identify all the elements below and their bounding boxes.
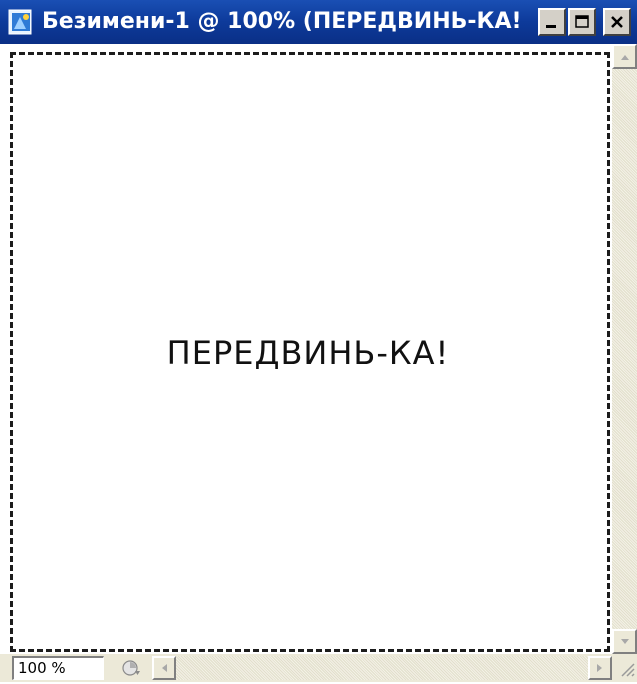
arrow-up-icon (620, 54, 629, 60)
minimize-button[interactable] (538, 8, 566, 36)
scroll-right-button[interactable] (588, 656, 612, 680)
window-title: Безимени-1 @ 100% (ПЕРЕДВИНЬ-КА!, R... (42, 9, 522, 34)
arrow-down-icon (620, 638, 629, 644)
close-button[interactable] (603, 8, 631, 36)
arrow-right-icon (597, 664, 602, 672)
scroll-left-button[interactable] (152, 656, 176, 680)
photoshop-document-icon[interactable] (6, 7, 36, 37)
arrow-left-icon (162, 664, 167, 672)
scroll-up-button[interactable] (612, 44, 637, 69)
document-window: Безимени-1 @ 100% (ПЕРЕДВИНЬ-КА!, R... П… (0, 0, 637, 682)
close-icon (611, 16, 623, 28)
scroll-down-button[interactable] (612, 629, 637, 654)
status-menu-icon (122, 660, 140, 676)
minimize-icon (546, 25, 556, 28)
status-menu-button[interactable] (118, 657, 144, 679)
vertical-scrollbar[interactable] (612, 44, 637, 654)
maximize-icon (575, 15, 589, 28)
resize-grip-icon[interactable] (614, 656, 636, 680)
title-bar[interactable]: Безимени-1 @ 100% (ПЕРЕДВИНЬ-КА!, R... (0, 0, 637, 44)
status-bar: 100 % (0, 654, 637, 682)
maximize-button[interactable] (568, 8, 596, 36)
zoom-input[interactable]: 100 % (12, 656, 104, 680)
document-canvas[interactable]: ПЕРЕДВИНЬ-КА! (0, 44, 612, 654)
horizontal-scrollbar[interactable] (152, 656, 612, 680)
canvas-text-layer[interactable]: ПЕРЕДВИНЬ-КА! (0, 334, 616, 372)
